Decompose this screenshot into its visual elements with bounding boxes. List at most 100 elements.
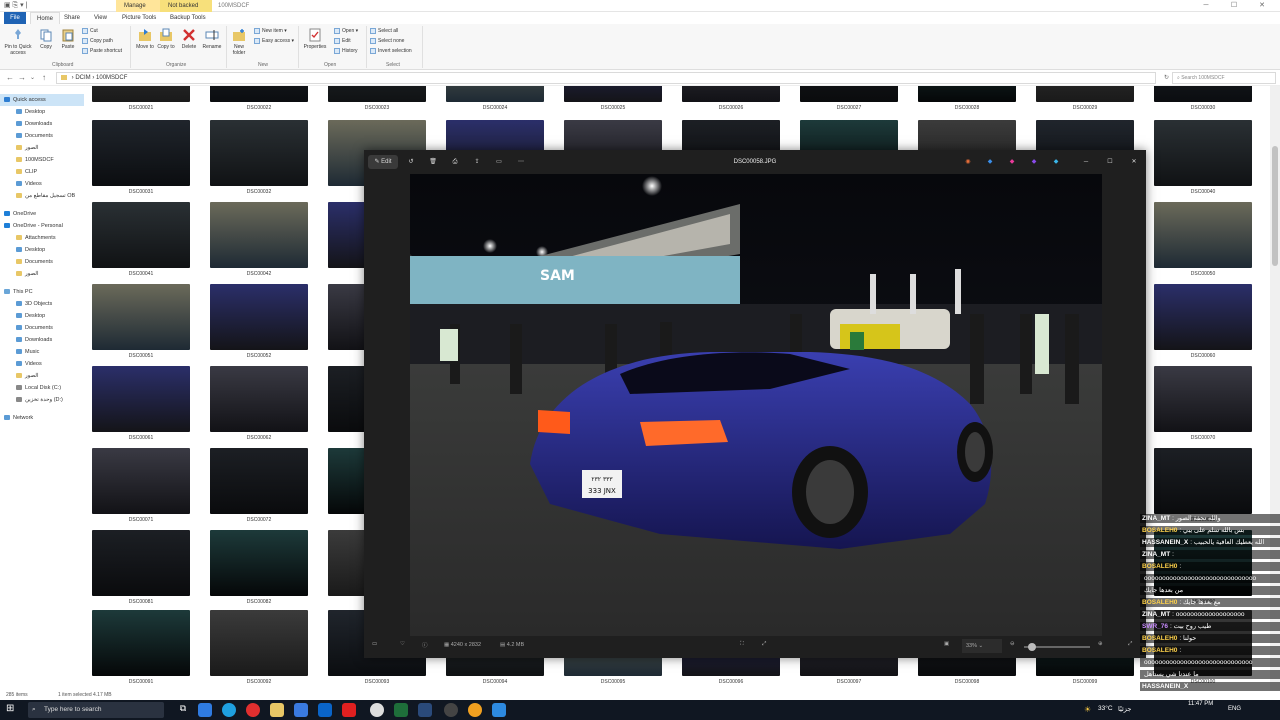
- history-button[interactable]: History: [334, 47, 358, 55]
- paste-shortcut-button[interactable]: Paste shortcut: [82, 47, 122, 55]
- actual-size-icon[interactable]: ⤢: [762, 641, 766, 648]
- scrollbar-thumb[interactable]: [1272, 146, 1278, 266]
- nav-item[interactable]: 3D Objects: [0, 298, 84, 310]
- file-tile[interactable]: DSC00041: [92, 202, 190, 277]
- app-icon-5[interactable]: ◆: [1050, 155, 1062, 169]
- new-folder-button[interactable]: New folder: [228, 28, 250, 56]
- edit-button[interactable]: Edit: [334, 37, 351, 45]
- move-to-button[interactable]: Move to: [134, 28, 156, 50]
- clock-time[interactable]: 11:47 PM: [1188, 701, 1213, 707]
- filmstrip-icon[interactable]: ▭: [372, 641, 377, 647]
- file-tile[interactable]: DSC00023: [328, 86, 426, 111]
- nav-item[interactable]: Quick access: [0, 94, 84, 106]
- file-tile[interactable]: DSC00061: [92, 366, 190, 441]
- tab-backup-tools[interactable]: Backup Tools: [164, 12, 212, 24]
- taskbar-file-explorer-icon[interactable]: [270, 703, 284, 717]
- taskbar-app-photos-icon[interactable]: [492, 703, 506, 717]
- nav-item[interactable]: Desktop: [0, 244, 84, 256]
- up-arrow-icon[interactable]: ↑: [42, 73, 46, 82]
- nav-item[interactable]: Music: [0, 346, 84, 358]
- file-tile[interactable]: DSC00092: [210, 610, 308, 685]
- nav-item[interactable]: Videos: [0, 178, 84, 190]
- select-none-button[interactable]: Select none: [370, 37, 404, 45]
- easy-access-button[interactable]: Easy access ▾: [254, 37, 294, 45]
- maximize-button[interactable]: ☐: [1220, 0, 1248, 12]
- file-tile[interactable]: DSC00052: [210, 284, 308, 359]
- tab-home[interactable]: Home: [30, 12, 61, 24]
- app-icon-4[interactable]: ◆: [1028, 155, 1040, 169]
- nav-item[interactable]: Desktop: [0, 310, 84, 322]
- favorite-heart-icon[interactable]: ♡: [400, 641, 405, 647]
- nav-item[interactable]: الصور: [0, 142, 84, 154]
- nav-item[interactable]: وحدة تخزين (D:): [0, 394, 84, 406]
- taskbar-app-obs-icon[interactable]: [444, 703, 458, 717]
- viewer-close-button[interactable]: ✕: [1128, 155, 1140, 169]
- file-tile[interactable]: DSC00031: [92, 120, 190, 195]
- taskbar-app-store-icon[interactable]: [294, 703, 308, 717]
- file-tile[interactable]: DSC00062: [210, 366, 308, 441]
- nav-item[interactable]: Documents: [0, 322, 84, 334]
- file-tile[interactable]: DSC00027: [800, 86, 898, 111]
- nav-item[interactable]: تسجيل مقاطع من OB: [0, 190, 84, 202]
- nav-item[interactable]: This PC: [0, 286, 84, 298]
- search-box[interactable]: ⌕ Search 100MSDCF: [1172, 72, 1276, 84]
- file-tile[interactable]: DSC00051: [92, 284, 190, 359]
- invert-selection-button[interactable]: Invert selection: [370, 47, 412, 55]
- taskbar-app-steam-icon[interactable]: [418, 703, 432, 717]
- breadcrumb-dcim[interactable]: DCIM: [75, 75, 90, 81]
- refresh-icon[interactable]: ↻: [1164, 73, 1169, 83]
- tab-share[interactable]: Share: [58, 12, 86, 24]
- file-tile[interactable]: DSC00022: [210, 86, 308, 111]
- copy-to-button[interactable]: Copy to: [156, 28, 176, 50]
- file-tile[interactable]: DSC00030: [1154, 86, 1252, 111]
- nav-item[interactable]: Network: [0, 412, 84, 424]
- nav-item[interactable]: الصور: [0, 268, 84, 280]
- nav-item[interactable]: Documents: [0, 130, 84, 142]
- select-all-button[interactable]: Select all: [370, 27, 398, 35]
- tab-picture-tools[interactable]: Picture Tools: [116, 12, 162, 24]
- zoom-slider-thumb[interactable]: [1028, 643, 1036, 651]
- delete-button[interactable]: Delete: [178, 28, 200, 50]
- taskbar-app-chrome-icon[interactable]: [370, 703, 384, 717]
- nav-item[interactable]: الصور: [0, 370, 84, 382]
- tab-view[interactable]: View: [88, 12, 113, 24]
- file-tile[interactable]: DSC00025: [564, 86, 662, 111]
- properties-button[interactable]: Properties: [300, 28, 330, 50]
- taskbar-app-terminal-icon[interactable]: [394, 703, 408, 717]
- task-view-icon[interactable]: ⧉: [176, 703, 190, 717]
- nav-item[interactable]: Local Disk (C:): [0, 382, 84, 394]
- app-icon-3[interactable]: ◆: [1006, 155, 1018, 169]
- taskbar-search[interactable]: ⌕ Type here to search: [28, 702, 164, 718]
- taskbar-app-chrome2-icon[interactable]: [468, 703, 482, 717]
- app-icon-1[interactable]: ◉: [962, 155, 974, 169]
- file-tile[interactable]: DSC00029: [1036, 86, 1134, 111]
- zoom-in-icon[interactable]: ⊕: [1098, 641, 1103, 647]
- file-tile[interactable]: DSC00050: [1154, 202, 1252, 277]
- nav-item[interactable]: CLIP: [0, 166, 84, 178]
- tab-file[interactable]: File: [4, 12, 26, 24]
- back-arrow-icon[interactable]: ←: [6, 73, 14, 82]
- taskbar-app-browser-icon[interactable]: [222, 703, 236, 717]
- file-tile[interactable]: DSC00024: [446, 86, 544, 111]
- app-icon-2[interactable]: ◆: [984, 155, 996, 169]
- info-icon[interactable]: ⓘ: [422, 641, 428, 649]
- recent-dropdown-icon[interactable]: ⌄: [30, 74, 35, 81]
- tab-manage-context[interactable]: Manage: [116, 0, 160, 12]
- file-tile[interactable]: DSC00032: [210, 120, 308, 195]
- tab-not-backed-up[interactable]: Not backed up: [160, 0, 212, 21]
- nav-item[interactable]: Documents: [0, 256, 84, 268]
- nav-item[interactable]: OneDrive - Personal: [0, 220, 84, 232]
- paste-button[interactable]: Paste: [58, 28, 78, 50]
- quick-access-toolbar[interactable]: ▣ ⎘ ▾ |: [4, 1, 27, 10]
- nav-item[interactable]: Downloads: [0, 334, 84, 346]
- copy-button[interactable]: Copy: [36, 28, 56, 50]
- windows-start-icon[interactable]: ⊞: [6, 703, 14, 714]
- new-item-button[interactable]: New item ▾: [254, 27, 287, 35]
- nav-item[interactable]: Attachments: [0, 232, 84, 244]
- nav-item[interactable]: OneDrive: [0, 208, 84, 220]
- nav-item[interactable]: Desktop: [0, 106, 84, 118]
- file-tile[interactable]: DSC00082: [210, 530, 308, 605]
- close-button[interactable]: ✕: [1248, 0, 1276, 12]
- nav-item[interactable]: 100MSDCF: [0, 154, 84, 166]
- taskbar-app-youtube-icon[interactable]: [342, 703, 356, 717]
